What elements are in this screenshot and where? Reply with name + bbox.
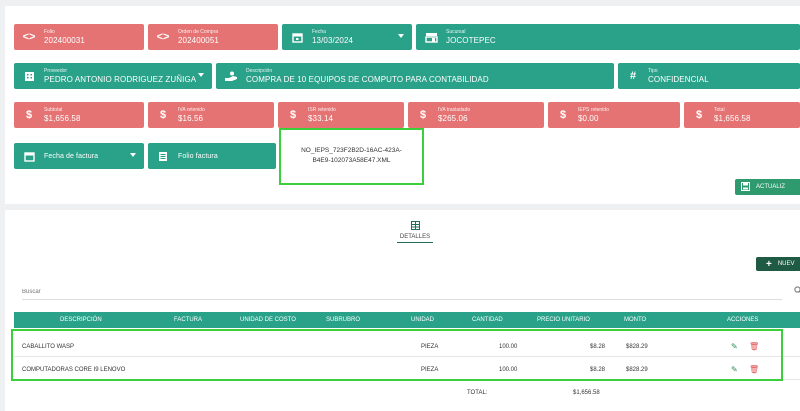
header-unidad: UNIDAD bbox=[411, 317, 435, 323]
dollar-icon: $ bbox=[559, 109, 567, 121]
save-icon bbox=[741, 181, 750, 193]
plus-icon: + bbox=[766, 258, 772, 270]
chevron-down-icon bbox=[130, 153, 136, 157]
hash-icon: # bbox=[629, 70, 637, 82]
folio-field: <> Folio 202400031 bbox=[14, 24, 144, 50]
dollar-icon: $ bbox=[289, 109, 297, 121]
rows-highlight bbox=[11, 329, 783, 381]
dollar-icon: $ bbox=[25, 109, 33, 121]
document-icon bbox=[154, 151, 172, 162]
table-icon bbox=[387, 221, 443, 232]
table-header: DESCRIPCIÓN FACTURA UNIDAD DE COSTO SUBR… bbox=[14, 312, 800, 328]
tab-detalles[interactable]: DETALLES bbox=[387, 221, 443, 243]
code-icon: <> bbox=[22, 31, 36, 43]
dollar-icon: $ bbox=[695, 109, 703, 121]
total-field: $ Total $1,656.58 bbox=[684, 102, 800, 128]
total-label: TOTAL: bbox=[467, 390, 488, 396]
sucursal-field: Sucursal JOCOTEPEC bbox=[416, 24, 800, 50]
header-acciones: ACCIONES bbox=[727, 317, 759, 323]
proveedor-select[interactable]: Proveedor PEDRO ANTONIO RODRIGUEZ ZUÑIGA bbox=[14, 63, 212, 89]
folio-factura-field[interactable]: Folio factura bbox=[148, 143, 276, 169]
fecha-factura-select[interactable]: Fecha de factura bbox=[14, 143, 144, 169]
calendar-icon bbox=[288, 32, 306, 43]
isr-retenido-field: $ ISR retenido $33.14 bbox=[278, 102, 404, 128]
search-input[interactable] bbox=[22, 284, 782, 300]
header-unidad-costo: UNIDAD DE COSTO bbox=[240, 317, 296, 323]
xml-filename-line1: NO_IEPS_723F2B2D-16AC-423A- bbox=[301, 147, 402, 154]
store-icon bbox=[422, 32, 440, 43]
actualizar-button[interactable]: ACTUALIZ bbox=[735, 179, 800, 195]
chevron-down-icon bbox=[198, 73, 204, 77]
code-icon: <> bbox=[156, 31, 170, 43]
header-precio-unitario: PRECIO UNITARIO bbox=[537, 317, 590, 323]
search-icon[interactable] bbox=[794, 286, 800, 296]
subtotal-field: $ Subtotal $1,656.58 bbox=[14, 102, 144, 128]
ieps-retenido-field: $ IEPS retenido $0.00 bbox=[548, 102, 680, 128]
header-subrubro: SUBRUBRO bbox=[326, 317, 361, 323]
xml-filename-line2: B4E9-102073A58E47.XML bbox=[312, 157, 391, 165]
dollar-icon: $ bbox=[419, 109, 427, 121]
nuevo-button[interactable]: + NUEV bbox=[756, 257, 800, 271]
chevron-down-icon bbox=[398, 34, 404, 38]
fecha-select[interactable]: Fecha 13/03/2024 bbox=[282, 24, 412, 50]
header-cantidad: CANTIDAD bbox=[472, 317, 503, 323]
xml-file-box[interactable]: NO_IEPS_723F2B2D-16AC-423A- B4E9-102073A… bbox=[279, 128, 424, 185]
dollar-icon: $ bbox=[159, 109, 167, 121]
tipo-field: # Tipo CONFIDENCIAL bbox=[618, 63, 800, 89]
total-value: $1,656.58 bbox=[573, 390, 600, 396]
header-monto: MONTO bbox=[624, 317, 647, 323]
header-factura: FACTURA bbox=[174, 317, 203, 323]
orden-compra-field: <> Orden de Compra 202400051 bbox=[148, 24, 278, 50]
building-icon bbox=[20, 71, 38, 82]
descripcion-field[interactable]: Descripción COMPRA DE 10 EQUIPOS DE COMPU… bbox=[216, 63, 614, 89]
hand-icon bbox=[222, 71, 240, 82]
iva-retenido-field: $ IVA retenido $16.56 bbox=[148, 102, 274, 128]
header-descripcion: DESCRIPCIÓN bbox=[60, 317, 102, 323]
tab-underline bbox=[397, 242, 433, 243]
table-total: TOTAL: $1,656.58 bbox=[14, 387, 800, 399]
iva-trasladado-field: $ IVA trasladado $265.06 bbox=[408, 102, 544, 128]
calendar-icon bbox=[20, 151, 38, 162]
